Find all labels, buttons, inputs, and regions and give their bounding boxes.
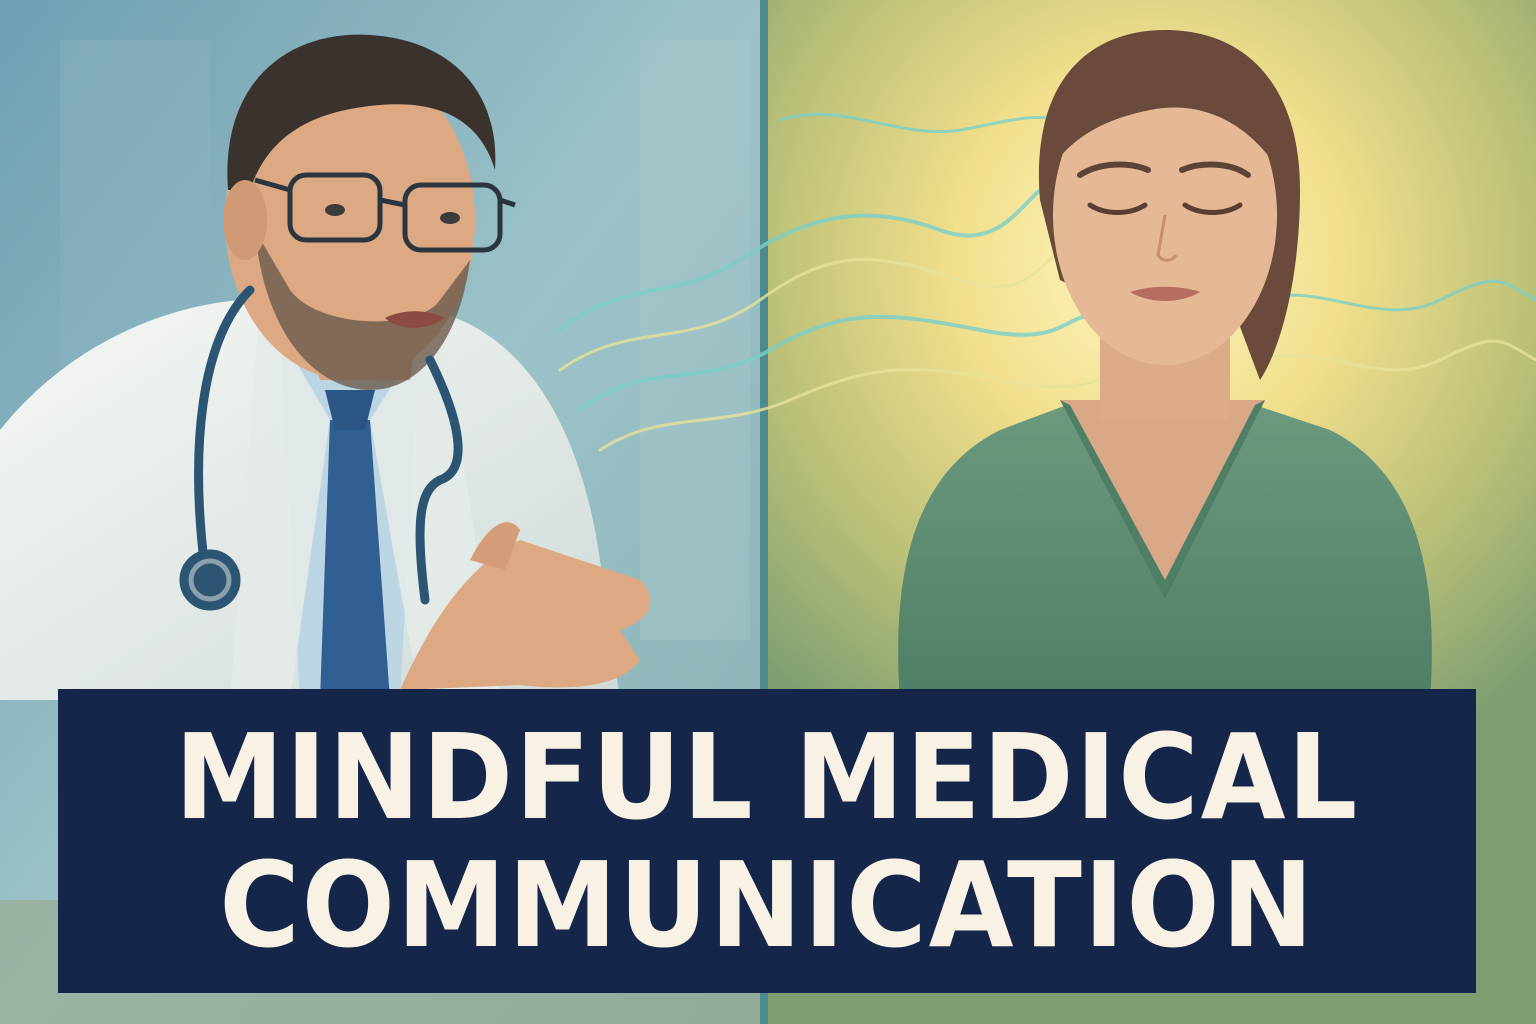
title-line-1: MINDFUL MEDICAL — [174, 708, 1360, 846]
title-banner: MINDFUL MEDICAL COMMUNICATION — [58, 689, 1476, 993]
title-line-2: COMMUNICATION — [219, 836, 1315, 974]
